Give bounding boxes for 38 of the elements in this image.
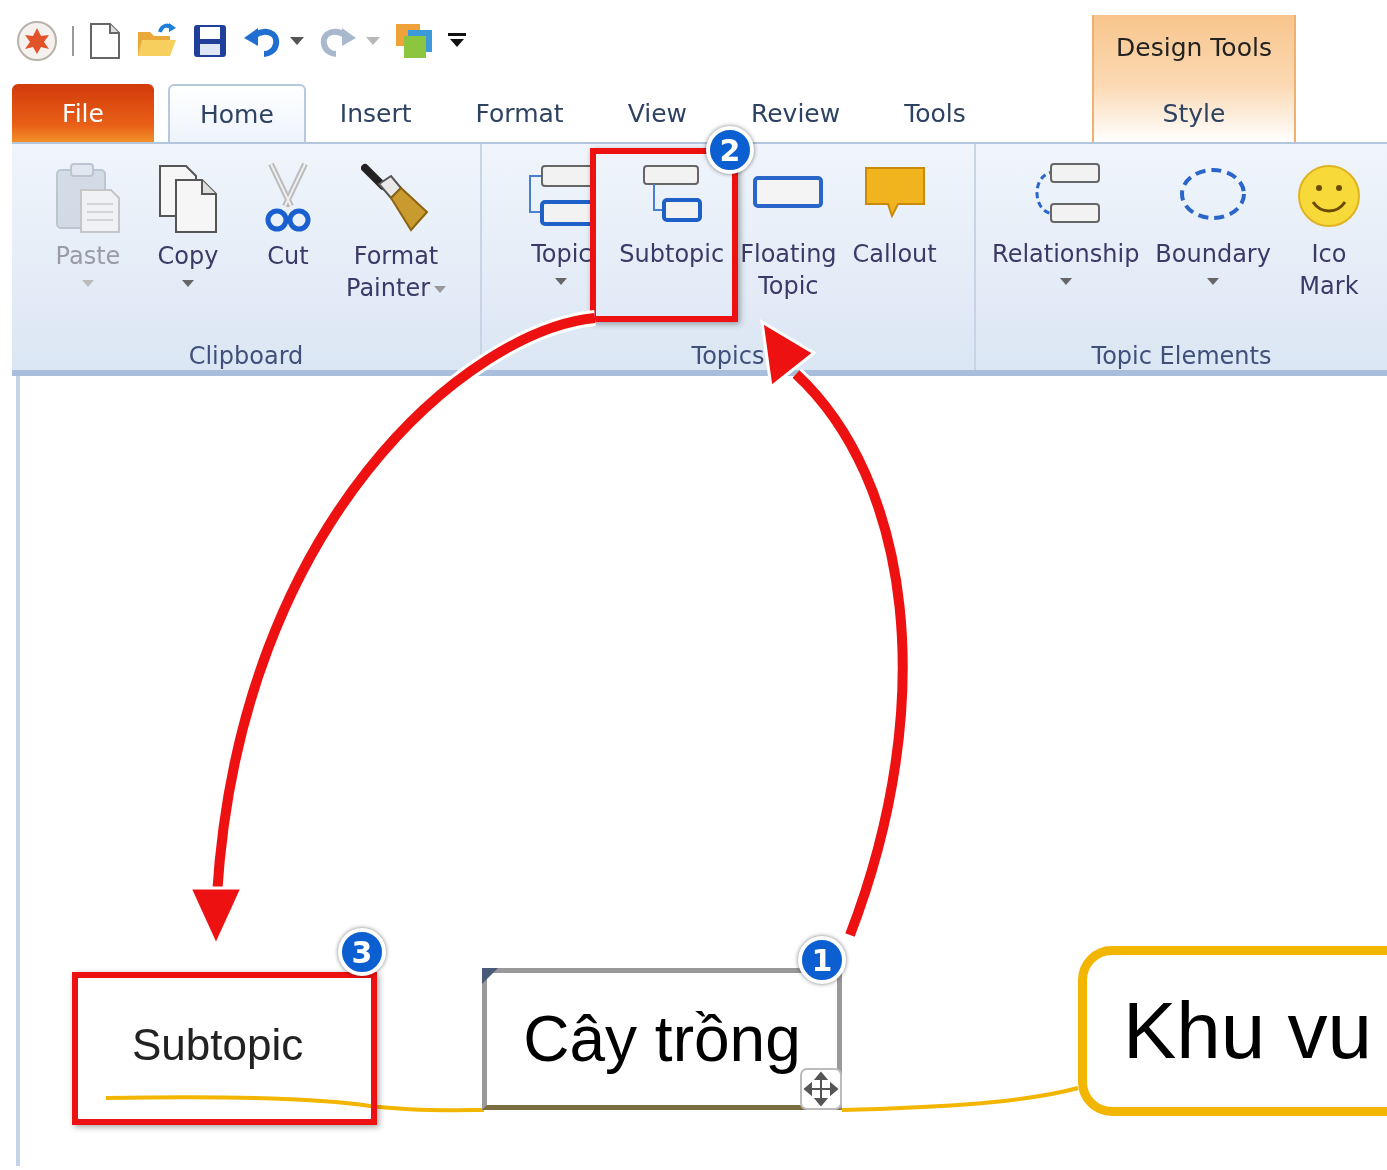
ribbon-button[interactable]: Ico Mark (1280, 162, 1377, 302)
move-handle-icon[interactable] (800, 1068, 842, 1110)
ribbon-button[interactable]: Copy (140, 162, 236, 287)
copy-icon (156, 162, 220, 234)
ribbon-button[interactable]: Cut (240, 162, 336, 272)
ribbon-button[interactable]: Relationship (986, 162, 1146, 285)
customize-toolbar-icon[interactable] (448, 33, 466, 49)
ribbon-tab[interactable]: Insert (309, 84, 442, 142)
group-label: Topics (691, 342, 765, 370)
clipboard-icon (53, 162, 123, 234)
caret-icon[interactable] (290, 37, 304, 45)
ribbon-tab[interactable]: Format (445, 84, 594, 142)
ribbon-button[interactable]: Format Painter (340, 162, 452, 304)
file-tab[interactable]: File (12, 84, 154, 142)
caret-icon (182, 280, 194, 287)
selection-corner-icon (482, 968, 498, 984)
ribbon-button[interactable]: Topic (513, 162, 610, 285)
ribbon-tab[interactable]: Home (168, 84, 306, 142)
caret-icon (1059, 278, 1072, 285)
caret-icon (82, 280, 94, 287)
group-label: Clipboard (188, 342, 304, 370)
contextual-group-title: Design Tools (1116, 33, 1272, 62)
subtopic-node[interactable]: Subtopic (120, 1016, 316, 1074)
save-icon[interactable] (192, 23, 228, 59)
caret-icon (555, 278, 568, 285)
new-document-icon[interactable] (88, 22, 122, 60)
windows-icon[interactable] (394, 22, 434, 60)
caret-icon (1207, 278, 1220, 285)
group-label: Topic Elements (1091, 342, 1272, 370)
ribbon-tab[interactable]: Tools (874, 84, 996, 142)
app-logo-icon[interactable] (16, 20, 58, 62)
main-topic-node[interactable]: Khu vu (1078, 946, 1387, 1116)
caret-icon (434, 285, 446, 293)
ribbon-button[interactable]: Boundary (1149, 162, 1277, 285)
scissors-icon (263, 162, 313, 234)
ribbon-button[interactable]: Callout (846, 162, 943, 270)
ribbon-tab[interactable]: Style (1132, 84, 1256, 142)
paintbrush-icon (361, 162, 431, 234)
